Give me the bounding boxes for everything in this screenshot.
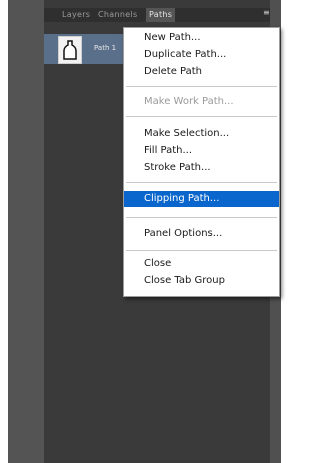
menu-separator bbox=[126, 116, 277, 117]
menu-separator bbox=[126, 250, 277, 251]
tab-layers[interactable]: Layers bbox=[62, 8, 90, 22]
paths-panel-menu: New Path... Duplicate Path... Delete Pat… bbox=[123, 27, 280, 297]
path-thumbnail bbox=[58, 36, 82, 64]
menu-item-close-tab-group[interactable]: Close Tab Group bbox=[124, 273, 279, 289]
bottle-shape-icon bbox=[63, 40, 77, 60]
menu-item-stroke-path[interactable]: Stroke Path... bbox=[124, 160, 279, 176]
menu-separator bbox=[126, 182, 277, 183]
panel-left-strip bbox=[8, 0, 44, 463]
menu-item-fill-path[interactable]: Fill Path... bbox=[124, 143, 279, 159]
menu-item-make-selection[interactable]: Make Selection... bbox=[124, 126, 279, 142]
menu-item-panel-options[interactable]: Panel Options... bbox=[124, 226, 279, 242]
tab-paths[interactable]: Paths bbox=[146, 8, 176, 22]
menu-separator bbox=[126, 217, 277, 218]
menu-separator bbox=[126, 86, 277, 87]
menu-item-make-work-path: Make Work Path... bbox=[144, 96, 234, 107]
menu-item-duplicate-path[interactable]: Duplicate Path... bbox=[124, 47, 279, 63]
menu-item-new-path[interactable]: New Path... bbox=[124, 30, 279, 46]
menu-item-delete-path[interactable]: Delete Path bbox=[124, 64, 279, 80]
path-name: Path 1 bbox=[94, 44, 117, 52]
menu-item-clipping-path[interactable]: Clipping Path... bbox=[124, 191, 279, 207]
menu-item-close[interactable]: Close bbox=[124, 256, 279, 272]
tab-channels[interactable]: Channels bbox=[98, 8, 137, 22]
panel-options-icon[interactable]: ≡ bbox=[263, 9, 273, 17]
